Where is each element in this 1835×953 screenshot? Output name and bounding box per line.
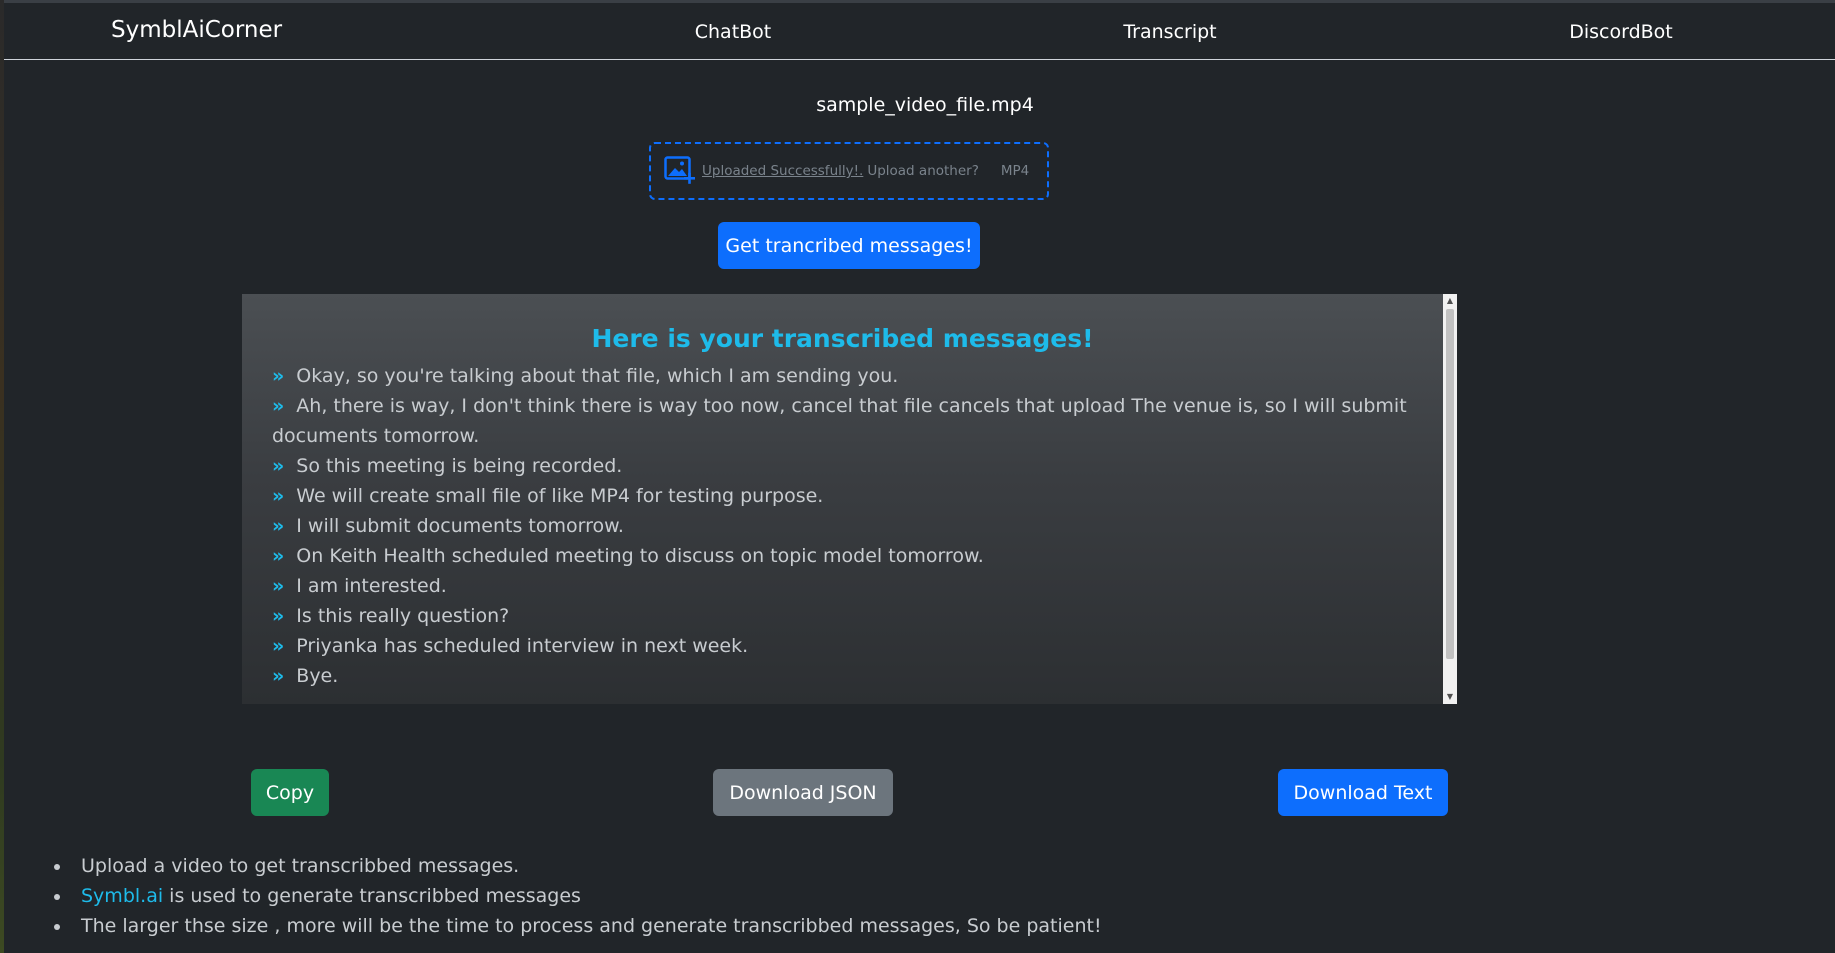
info-notes-list: Upload a video to get transcribbed messa… [50,851,1102,941]
navbar: SymblAiCorner ChatBot Transcript Discord… [4,3,1835,60]
list-item: Upload a video to get transcribbed messa… [50,851,1102,881]
message-marker: » [272,515,285,537]
message-text: Is this really question? [296,605,510,627]
nav-link-chatbot[interactable]: ChatBot [695,21,772,43]
upload-file-type: MP4 [1000,163,1030,179]
scroll-up-arrow-icon[interactable]: ▲ [1443,294,1457,308]
note-text: The larger thse size , more will be the … [81,915,1102,937]
list-item: » We will create small file of like MP4 f… [272,481,1413,511]
symbl-ai-link[interactable]: Symbl.ai [81,885,163,907]
list-item: » I will submit documents tomorrow. [272,511,1413,541]
list-item: » Bye. [272,661,1413,691]
transcript-panel[interactable]: Here is your transcribed messages! » Okay… [242,294,1457,704]
message-text: We will create small file of like MP4 fo… [296,485,824,507]
file-upload-dropzone[interactable]: Uploaded Successfully!. Upload another? … [649,142,1049,200]
transcript-content: Here is your transcribed messages! » Okay… [242,294,1443,704]
message-text: So this meeting is being recorded. [296,455,623,477]
brand-logo[interactable]: SymblAiCorner [111,17,282,43]
image-add-icon [664,156,695,184]
upload-success-link[interactable]: Uploaded Successfully!. [702,163,863,179]
download-json-button[interactable]: Download JSON [713,769,893,816]
message-text: Ah, there is way, I don't think there is… [272,395,1407,447]
scroll-down-arrow-icon[interactable]: ▼ [1443,690,1457,704]
message-text: I am interested. [296,575,447,597]
list-item: » Ah, there is way, I don't think there i… [272,391,1413,451]
list-item: Symbl.ai is used to generate transcribbe… [50,881,1102,911]
get-transcribed-messages-button[interactable]: Get trancribed messages! [718,222,980,269]
note-text: is used to generate transcribbed message… [163,885,581,907]
nav-link-discordbot[interactable]: DiscordBot [1569,21,1673,43]
message-marker: » [272,575,285,597]
upload-another-text: Upload another? [867,163,979,179]
message-marker: » [272,635,285,657]
message-marker: » [272,455,285,477]
download-text-button[interactable]: Download Text [1278,769,1448,816]
list-item: » So this meeting is being recorded. [272,451,1413,481]
message-text: I will submit documents tomorrow. [296,515,624,537]
message-text: Okay, so you're talking about that file,… [296,365,899,387]
transcript-message-list: » Okay, so you're talking about that file… [272,361,1413,691]
list-item: » I am interested. [272,571,1413,601]
message-text: Priyanka has scheduled interview in next… [296,635,749,657]
message-marker: » [272,395,285,417]
message-marker: » [272,605,285,627]
transcript-scrollbar[interactable]: ▲ ▼ [1443,294,1457,704]
note-text: Upload a video to get transcribbed messa… [81,855,520,877]
scrollbar-thumb[interactable] [1446,309,1454,659]
message-marker: » [272,665,285,687]
message-marker: » [272,365,285,387]
message-marker: » [272,545,285,567]
copy-button[interactable]: Copy [251,769,329,816]
transcript-title: Here is your transcribed messages! [591,324,1094,353]
list-item: » Is this really question? [272,601,1413,631]
message-text: On Keith Health scheduled meeting to dis… [296,545,984,567]
nav-link-transcript[interactable]: Transcript [1123,21,1216,43]
list-item: The larger thse size , more will be the … [50,911,1102,941]
message-marker: » [272,485,285,507]
list-item: » Priyanka has scheduled interview in nex… [272,631,1413,661]
window-left-edge [0,0,4,953]
uploaded-file-name: sample_video_file.mp4 [816,94,1034,116]
message-text: Bye. [296,665,339,687]
list-item: » On Keith Health scheduled meeting to di… [272,541,1413,571]
list-item: » Okay, so you're talking about that file… [272,361,1413,391]
